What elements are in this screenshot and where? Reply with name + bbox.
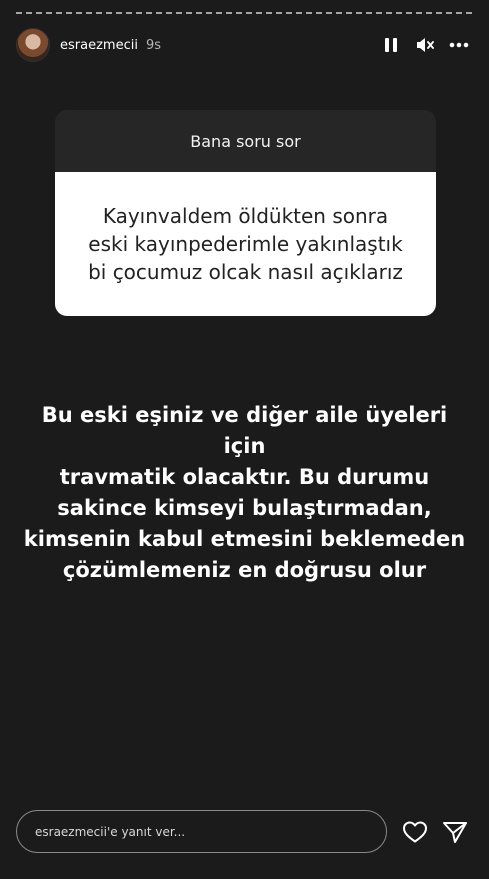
answer-line: kimsenin kabul etmesini beklemeden [23, 527, 466, 551]
answer-line: çözümlemeniz en doğrusu olur [62, 558, 427, 582]
question-text: Kayınvaldem öldükten sonra eski kayınped… [55, 172, 436, 316]
pause-icon [385, 38, 397, 52]
answer-text: Bu eski eşiniz ve diğer aile üyeleri içi… [20, 400, 469, 586]
question-sticker: Bana soru sor Kayınvaldem öldükten sonra… [55, 110, 436, 316]
reply-placeholder: esraezmecii'e yanıt ver... [35, 824, 186, 839]
like-button[interactable] [401, 818, 429, 846]
reply-input[interactable]: esraezmecii'e yanıt ver... [16, 810, 387, 853]
post-time: 9s [145, 37, 161, 53]
question-line: bi çocumuz olcak nasıl açıklarız [88, 260, 403, 284]
answer-line: sakince kimseyi bulaştırmadan, [57, 496, 432, 520]
question-line: Kayınvaldem öldükten sonra [102, 204, 389, 228]
mute-button[interactable] [411, 31, 439, 59]
send-button[interactable] [441, 818, 469, 846]
avatar[interactable] [16, 28, 50, 62]
answer-line: Bu eski eşiniz ve diğer aile üyeleri içi… [41, 403, 448, 458]
story-header: esraezmecii 9s [16, 28, 473, 62]
story-progress-bar [16, 12, 473, 14]
more-button[interactable] [445, 31, 473, 59]
heart-icon [403, 821, 427, 843]
question-line: eski kayınpederimle yakınlaştık [88, 232, 403, 256]
muted-speaker-icon [417, 38, 434, 52]
answer-line: travmatik olacaktır. Bu durumu [59, 465, 430, 489]
send-icon [443, 822, 467, 843]
question-sticker-title: Bana soru sor [55, 110, 436, 172]
username[interactable]: esraezmecii [60, 38, 138, 53]
more-icon [449, 42, 469, 48]
pause-button[interactable] [377, 31, 405, 59]
